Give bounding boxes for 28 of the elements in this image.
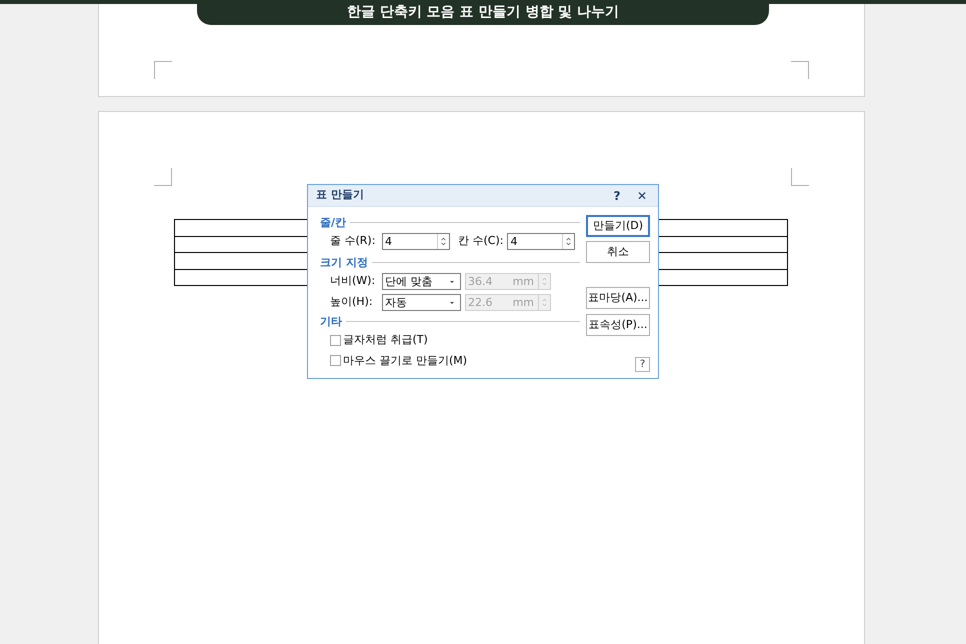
checkbox-label[interactable]: 글자처럼 취급(T) [343, 332, 428, 348]
field-label: 줄 수(R): [330, 233, 376, 250]
field-label: 높이(H): [330, 294, 374, 310]
checkbox[interactable] [330, 355, 341, 366]
help-button[interactable]: ? [635, 357, 650, 372]
help-button[interactable]: ? [608, 186, 626, 204]
dialog-button[interactable]: 표속성(P)... [586, 314, 650, 336]
rows-spinbox[interactable]: 4 [382, 233, 450, 250]
group-title: 기타 [320, 316, 342, 326]
field-label: 너비(W): [330, 273, 376, 290]
dropdown-arrow-icon [448, 300, 456, 306]
margin-corner-mark [791, 168, 809, 186]
margin-corner-mark [791, 61, 809, 79]
dialog-button[interactable]: 만들기(D) [586, 215, 650, 237]
dialog-title: 표 만들기 [316, 187, 365, 204]
banner-title: 한글 단축키 모음 표 만들기 병합 및 나누기 [346, 3, 620, 22]
group-title: 줄/칸 [320, 216, 346, 228]
dialog-button[interactable]: 취소 [586, 241, 650, 263]
margin-corner-mark [154, 168, 172, 186]
dialog-button[interactable]: 표마당(A)... [586, 287, 650, 309]
dropdown-arrow-icon [448, 278, 456, 284]
margin-corner-mark [154, 61, 172, 79]
columns-spinbox[interactable]: 4 [507, 233, 576, 250]
checkbox[interactable] [330, 334, 341, 346]
group-title: 크기 지정 [320, 256, 368, 268]
field-label: 칸 수(C): [458, 233, 504, 250]
close-button[interactable]: ✕ [634, 186, 650, 204]
checkbox-label[interactable]: 마우스 끌기로 만들기(M) [343, 352, 468, 369]
